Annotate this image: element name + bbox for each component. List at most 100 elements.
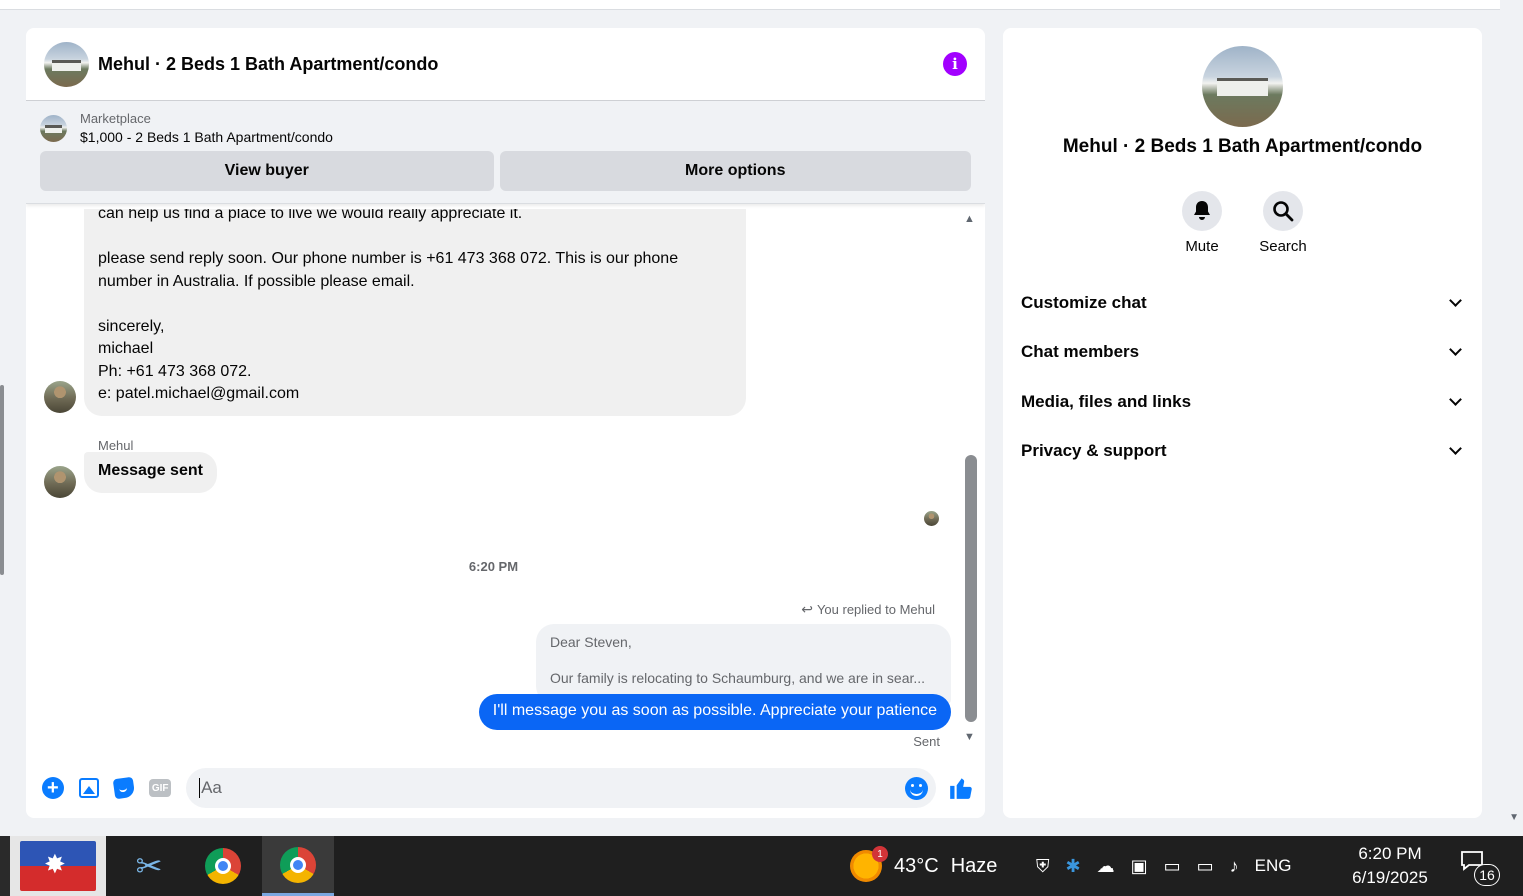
info-icon[interactable]: i [943, 52, 967, 76]
scroll-up-arrow[interactable]: ▲ [964, 213, 975, 225]
clock-time: 6:20 PM [1358, 844, 1422, 863]
chat-info-panel: Mehul · 2 Beds 1 Bath Apartment/condo Mu… [1003, 28, 1482, 818]
notification-count: 16 [1474, 864, 1500, 886]
weather-desc: Haze [950, 854, 998, 877]
chrome-icon [280, 846, 316, 883]
scrollbar-thumb[interactable] [965, 455, 977, 722]
system-tray: ⛨ ✱ ☁ ▣ ▭ ▭ ♪ ENG [1036, 836, 1291, 896]
like-button[interactable] [946, 773, 976, 803]
quoted-line: Our family is relocating to Schaumburg, … [550, 670, 926, 686]
message-list[interactable]: can help us find a place to live we woul… [26, 209, 985, 747]
battery-icon[interactable]: ▭ [1164, 856, 1181, 877]
listing-avatar[interactable] [44, 41, 89, 87]
network-icon[interactable]: ▭ [1197, 856, 1214, 877]
marketplace-label: Marketplace [80, 111, 151, 126]
language-indicator[interactable]: ENG [1255, 856, 1292, 876]
message-paragraph: please send reply soon. Our phone number… [98, 250, 679, 290]
weather-widget[interactable]: 1 43°C Haze [850, 836, 997, 896]
chat-title[interactable]: Mehul · 2 Beds 1 Bath Apartment/condo [98, 54, 943, 75]
chevron-down-icon [1449, 293, 1462, 307]
chrome-app[interactable] [187, 836, 259, 896]
more-options-button[interactable]: More options [499, 151, 971, 191]
volume-icon[interactable]: ♪ [1230, 856, 1239, 877]
media-files-links-section[interactable]: Media, files and links [1003, 377, 1482, 427]
section-label: Media, files and links [1021, 391, 1192, 411]
notification-center-button[interactable]: 16 [1460, 850, 1500, 886]
weather-temp: 43°C [894, 854, 939, 877]
emoji-icon[interactable] [905, 776, 929, 800]
chrome-profile-app[interactable] [262, 836, 334, 896]
scroll-down-arrow[interactable]: ▼ [964, 731, 975, 743]
sender-name: Mehul [98, 438, 134, 453]
mute-label: Mute [1185, 238, 1219, 255]
profile-avatar[interactable] [1202, 46, 1283, 127]
bell-icon [1194, 201, 1210, 220]
scissors-icon: ✂ [135, 848, 163, 884]
message-scrollbar[interactable]: ▲ ▼ [961, 213, 981, 746]
sun-icon: 1 [850, 846, 888, 882]
bluetooth-icon[interactable]: ✱ [1066, 856, 1081, 877]
clock-date: 6/19/2025 [1352, 868, 1428, 887]
sender-avatar[interactable] [44, 466, 76, 498]
section-label: Customize chat [1021, 292, 1147, 312]
flag-icon: ✸ [20, 841, 96, 891]
message-status: Sent [913, 734, 940, 747]
thumbs-up-icon [950, 778, 972, 799]
seen-receipt-avatar [924, 511, 939, 526]
search-circle [1263, 191, 1303, 231]
section-label: Chat members [1021, 342, 1140, 362]
incoming-message[interactable]: Message sent [84, 452, 217, 493]
reply-indicator: ↩ You replied to Mehul [801, 601, 935, 618]
quoted-line: Dear Steven, [550, 634, 632, 650]
photo-icon [78, 778, 99, 798]
listing-title[interactable]: $1,000 - 2 Beds 1 Bath Apartment/condo [80, 129, 333, 145]
outgoing-message[interactable]: I'll message you as soon as possible. Ap… [478, 694, 951, 730]
sticker-button[interactable] [107, 770, 143, 806]
mute-circle [1182, 191, 1222, 231]
sticker-icon [113, 776, 136, 800]
weather-badge: 1 [872, 846, 888, 862]
more-actions-button[interactable]: + [35, 770, 71, 806]
start-button[interactable]: ✸ [0, 836, 106, 896]
window-scroll-down-arrow[interactable]: ▼ [1509, 812, 1519, 823]
search-button[interactable]: Search [1259, 191, 1307, 255]
gif-button[interactable]: GIF [142, 770, 178, 806]
incoming-long-message[interactable]: can help us find a place to live we woul… [84, 209, 746, 416]
chevron-down-icon [1449, 343, 1462, 357]
reply-label: You replied to Mehul [816, 602, 935, 617]
listing-thumbnail[interactable] [40, 114, 67, 142]
chat-members-section[interactable]: Chat members [1003, 328, 1482, 378]
cloud-icon[interactable]: ☁ [1097, 856, 1115, 877]
reply-icon: ↩ [801, 601, 813, 617]
quoted-message[interactable]: Dear Steven, Our family is relocating to… [536, 624, 951, 704]
section-label: Privacy & support [1021, 441, 1167, 461]
settings-accordion: Customize chat Chat members Media, files… [1003, 278, 1482, 476]
privacy-support-section[interactable]: Privacy & support [1003, 427, 1482, 477]
customize-chat-section[interactable]: Customize chat [1003, 278, 1482, 328]
mute-button[interactable]: Mute [1182, 191, 1223, 255]
chevron-down-icon [1449, 442, 1462, 456]
message-timestamp: 6:20 PM [468, 559, 519, 574]
search-icon [1273, 201, 1294, 222]
chat-panel: Mehul · 2 Beds 1 Bath Apartment/condo i … [26, 28, 985, 818]
snipping-tool-app[interactable]: ✂ [113, 836, 185, 896]
clock[interactable]: 6:20 PM 6/19/2025 [1340, 842, 1440, 890]
message-input-wrapper [186, 768, 937, 808]
profile-title[interactable]: Mehul · 2 Beds 1 Bath Apartment/condo [1003, 136, 1482, 158]
chat-header: Mehul · 2 Beds 1 Bath Apartment/condo i [26, 28, 985, 101]
message-paragraph: can help us find a place to live we woul… [98, 209, 523, 222]
security-icon[interactable]: ⛨ [1036, 856, 1050, 877]
page-edge-scrollbar[interactable] [0, 385, 4, 575]
message-paragraph: sincerely, michael Ph: +61 473 368 072. … [98, 317, 300, 403]
sender-avatar[interactable] [44, 381, 76, 413]
gif-icon: GIF [149, 779, 172, 797]
camera-icon[interactable]: ▣ [1131, 856, 1148, 877]
attach-photo-button[interactable] [71, 770, 107, 806]
message-input[interactable] [199, 778, 906, 798]
windows-taskbar: ✸ ✂ 1 43°C Haze ⛨ ✱ ☁ ▣ ▭ ▭ ♪ ENG 6:20 P… [0, 836, 1523, 896]
plus-icon: + [41, 777, 64, 799]
view-buyer-button[interactable]: View buyer [40, 151, 494, 191]
chrome-icon [205, 848, 241, 884]
message-composer: + GIF [26, 758, 985, 818]
chevron-down-icon [1449, 392, 1462, 406]
